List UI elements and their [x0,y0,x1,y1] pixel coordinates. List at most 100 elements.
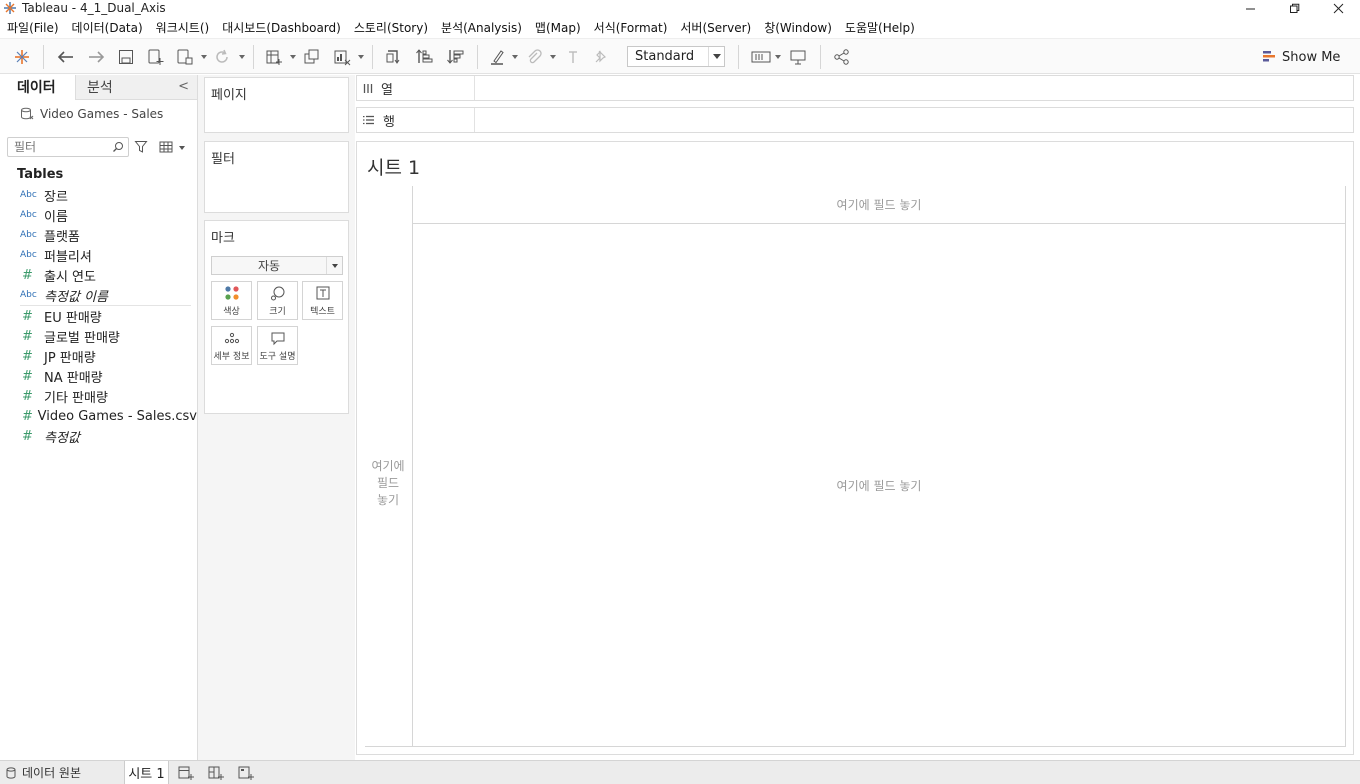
tab-analytics[interactable]: 분석 < [75,75,197,100]
filter-funnel-icon[interactable] [134,140,148,154]
dropdown-caret[interactable] [775,55,781,59]
marks-text-label: 텍스트 [310,306,335,317]
rows-drop-zone[interactable]: 여기에 필드 놓기 [365,458,411,509]
close-button[interactable] [1316,0,1360,16]
show-me-button[interactable]: Show Me [1262,48,1340,66]
sheet-title[interactable]: 시트 1 [367,153,420,180]
rows-shelf[interactable]: 행 [356,107,1354,133]
filters-card[interactable]: 필터 [204,141,349,213]
dropdown-caret[interactable] [290,55,296,59]
view-toggle-icon[interactable] [159,141,173,153]
field-publisher[interactable]: Abc 퍼블리셔 [0,245,197,265]
menu-analysis[interactable]: 분석(Analysis) [434,19,528,36]
save-button[interactable] [115,47,137,67]
highlight-button[interactable] [487,47,509,67]
datasource-item[interactable]: Video Games - Sales [20,107,163,121]
field-type-abc: Abc [20,210,37,220]
refresh-button[interactable] [211,47,233,67]
new-story-tab-icon[interactable] [238,766,254,780]
field-list: Abc 장르 Abc 이름 Abc 플랫폼 Abc 퍼블리셔 # 출시 연도 Abc 측정값… [0,185,197,446]
new-dashboard-tab-icon[interactable] [208,766,224,780]
rows-shelf-text: 행 [383,114,395,130]
menu-window[interactable]: 창(Window) [757,19,838,36]
field-eu-sales[interactable]: # EU 판매량 [0,306,197,326]
swap-rows-columns-button[interactable] [383,47,405,67]
menu-help[interactable]: 도움말(Help) [838,19,921,36]
show-mark-labels-button[interactable] [562,47,584,67]
pause-updates-button[interactable] [174,47,196,67]
restore-button[interactable] [1272,0,1316,16]
field-platform[interactable]: Abc 플랫폼 [0,225,197,245]
field-measure-names[interactable]: Abc 측정값 이름 [0,285,197,305]
menu-data[interactable]: 데이터(Data) [65,19,149,36]
field-name-dim[interactable]: Abc 이름 [0,205,197,225]
view-dropdown-caret[interactable] [179,146,185,150]
field-genre[interactable]: Abc 장르 [0,185,197,205]
show-cards-button[interactable] [750,47,772,67]
columns-drop-zone[interactable]: 여기에 필드 놓기 [413,186,1345,223]
sort-descending-button[interactable] [444,47,466,67]
menu-map[interactable]: 맵(Map) [528,19,587,36]
tableau-home-button[interactable] [11,47,33,67]
undo-button[interactable] [55,47,77,67]
presentation-mode-button[interactable] [787,47,809,67]
tab-data[interactable]: 데이터 [0,75,75,100]
field-na-sales[interactable]: # NA 판매량 [0,366,197,386]
new-worksheet-button[interactable] [263,47,285,67]
menu-story[interactable]: 스토리(Story) [347,19,434,36]
marks-color-button[interactable]: 색상 [211,281,252,320]
field-measure-values[interactable]: # 측정값 [0,426,197,446]
marks-tooltip-button[interactable]: 도구 설명 [257,326,298,365]
share-button[interactable] [831,47,853,67]
redo-button[interactable] [85,47,107,67]
marks-text-button[interactable]: 텍스트 [302,281,343,320]
field-type-abc: Abc [20,290,37,300]
new-worksheet-tab-icon[interactable] [178,766,194,780]
field-other-sales[interactable]: # 기타 판매량 [0,386,197,406]
dropdown-caret[interactable] [550,55,556,59]
presentation-icon [790,50,806,65]
fix-axes-button[interactable] [590,47,612,67]
field-record-count[interactable]: # Video Games - Sales.csv [0,406,197,426]
group-members-button[interactable] [523,47,545,67]
clear-sheet-button[interactable] [331,47,353,67]
datasource-tab[interactable]: 데이터 원본 [6,761,81,784]
sort-ascending-icon [416,49,433,63]
field-name: 기타 판매량 [44,390,108,406]
field-search-input[interactable] [14,140,110,154]
menu-file[interactable]: 파일(File) [0,19,65,36]
menu-server[interactable]: 서버(Server) [673,19,757,36]
title-bar: Tableau - 4_1_Dual_Axis [0,0,1360,16]
menu-worksheet[interactable]: 워크시트() [149,19,216,36]
data-pane-tabs: 데이터 분석 < [0,75,197,100]
pages-card[interactable]: 페이지 [204,77,349,133]
field-search-box[interactable] [7,137,129,157]
mark-type-dropdown[interactable]: 자동 [211,256,343,275]
dropdown-caret[interactable] [239,55,245,59]
duplicate-sheet-button[interactable] [301,47,323,67]
dropdown-caret[interactable] [201,55,207,59]
marks-size-button[interactable]: 크기 [257,281,298,320]
collapse-pane-icon[interactable]: < [178,79,189,94]
new-datasource-button[interactable] [145,47,167,67]
dropdown-caret[interactable] [358,55,364,59]
field-global-sales[interactable]: # 글로벌 판매량 [0,326,197,346]
canvas-drop-zone[interactable]: 여기에 필드 놓기 [413,224,1345,746]
sort-ascending-button[interactable] [413,47,435,67]
sort-descending-icon [447,50,464,64]
columns-shelf[interactable]: 열 [356,75,1354,101]
marks-detail-button[interactable]: 세부 정보 [211,326,252,365]
field-release-year[interactable]: # 출시 연도 [0,265,197,285]
fit-value: Standard [635,49,695,64]
sheet-tab-1[interactable]: 시트 1 [124,761,169,784]
field-name: NA 판매량 [44,370,103,386]
datasource-add-icon [148,49,164,65]
dropdown-caret[interactable] [512,55,518,59]
refresh-icon [216,49,228,63]
field-jp-sales[interactable]: # JP 판매량 [0,346,197,366]
fit-dropdown[interactable]: Standard [627,46,725,67]
minimize-button[interactable] [1228,0,1272,16]
menu-format[interactable]: 서식(Format) [587,19,674,36]
tab-analytics-label: 분석 [87,80,113,96]
menu-dashboard[interactable]: 대시보드(Dashboard) [215,19,347,36]
